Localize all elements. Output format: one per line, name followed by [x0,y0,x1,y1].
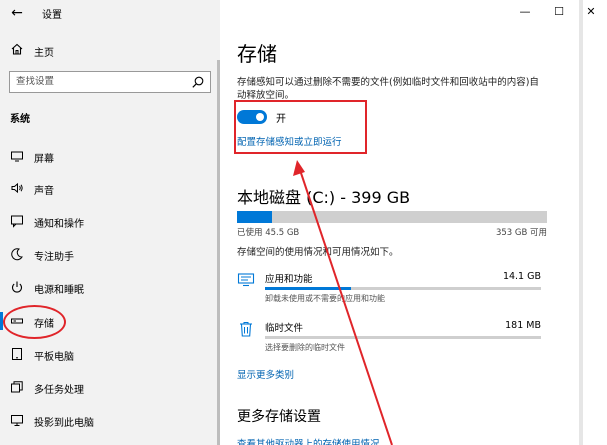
category-bar [265,287,541,290]
notification-icon [11,215,23,228]
category-name: 应用和功能 [265,274,313,285]
tablet-icon [12,348,22,360]
back-button[interactable]: ← [6,3,28,23]
category-temp-files[interactable]: 临时文件 181 MB 选择要删除的临时文件 [237,318,547,358]
category-description: 选择要删除的临时文件 [265,343,345,352]
moon-icon [11,248,23,261]
usage-description: 存储空间的使用情况和可用情况如下。 [237,247,399,258]
maximize-button[interactable]: ☐ [542,2,576,22]
trash-icon [240,322,252,337]
app-title: 设置 [42,10,62,21]
disk-title: 本地磁盘 (C:) - 399 GB [237,188,411,207]
page-title: 存储 [237,42,277,66]
search-box[interactable] [9,71,211,93]
titlebar-left: ← 设置 [0,0,220,26]
sidebar-item-label: 专注助手 [34,252,74,263]
category-size: 14.1 GB [502,271,541,282]
multitask-icon [11,381,23,393]
free-space-label: 353 GB 可用 [495,228,547,238]
sidebar-item-power[interactable]: 电源和睡眠 [0,274,220,300]
main-content: 存储 存储感知可以通过删除不需要的文件(例如临时文件和回收站中的内容)自动释放空… [220,0,607,445]
project-icon [11,415,23,426]
annotation-box [234,100,367,154]
main-scrollbar[interactable] [579,0,583,445]
storage-sense-description: 存储感知可以通过删除不需要的文件(例如临时文件和回收站中的内容)自动释放空间。 [237,77,539,101]
sidebar-item-label: 主页 [34,48,54,59]
more-storage-settings-title: 更多存储设置 [237,409,321,425]
home-icon [11,43,23,55]
settings-window: ← 设置 主页 系统 屏幕 [0,0,607,445]
power-icon [11,281,23,293]
sidebar-item-display[interactable]: 屏幕 [0,143,220,169]
search-icon[interactable] [191,75,205,89]
sidebar-item-tablet[interactable]: 平板电脑 [0,341,220,367]
disk-usage-fill [237,211,273,223]
sidebar-item-label: 屏幕 [34,154,54,165]
sidebar-item-project[interactable]: 投影到此电脑 [0,407,220,433]
sidebar: ← 设置 主页 系统 屏幕 [0,0,220,445]
search-input[interactable] [16,76,186,87]
display-icon [11,151,23,162]
category-bar-fill [265,287,351,290]
disk-usage-bar [237,211,547,223]
section-label-system: 系统 [10,114,30,125]
speaker-icon [11,182,23,194]
sidebar-item-home[interactable]: 主页 [0,38,220,62]
sidebar-item-focus-assist[interactable]: 专注助手 [0,241,220,267]
sidebar-item-multitasking[interactable]: 多任务处理 [0,374,220,400]
category-size: 181 MB [505,320,541,331]
sidebar-item-label: 投影到此电脑 [34,418,94,429]
sidebar-item-label: 电源和睡眠 [34,285,84,296]
close-button[interactable]: ✕ [574,2,607,22]
annotation-circle [3,305,66,339]
minimize-button[interactable]: — [508,2,542,22]
sidebar-item-label: 声音 [34,186,54,197]
sidebar-item-sound[interactable]: 声音 [0,175,220,201]
other-drives-link[interactable]: 查看其他驱动器上的存储使用情况 [237,436,380,445]
sidebar-item-label: 多任务处理 [34,385,84,396]
sidebar-item-notifications[interactable]: 通知和操作 [0,208,220,234]
sidebar-item-label: 通知和操作 [34,219,84,230]
category-description: 卸载未使用或不需要的应用和功能 [265,294,385,303]
used-space-label: 已使用 45.5 GB [237,228,300,238]
apps-icon [237,273,255,287]
category-apps[interactable]: 应用和功能 14.1 GB 卸载未使用或不需要的应用和功能 [237,269,547,309]
category-bar [265,336,541,339]
category-name: 临时文件 [265,323,304,334]
sidebar-item-label: 平板电脑 [34,352,74,363]
show-more-categories-link[interactable]: 显示更多类别 [237,367,294,381]
